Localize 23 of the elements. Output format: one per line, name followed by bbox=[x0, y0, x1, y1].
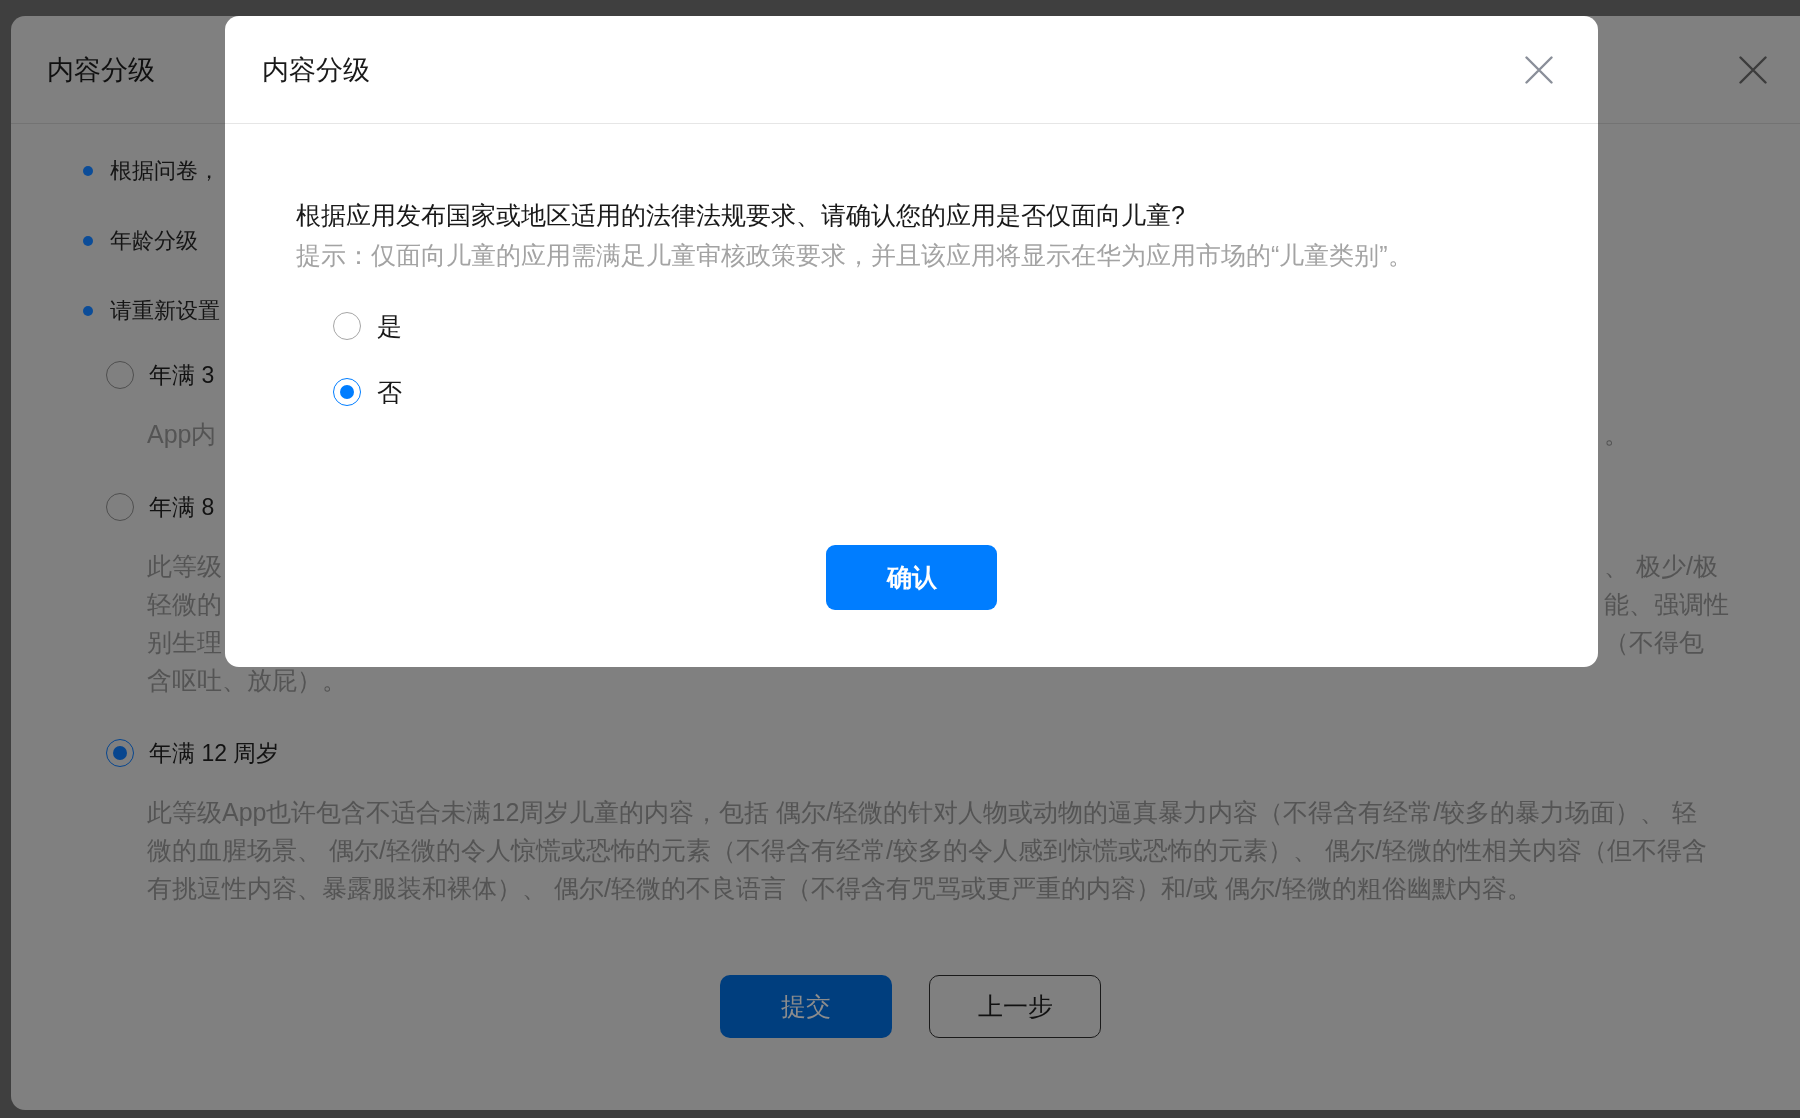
option-label: 年满 3 bbox=[149, 360, 215, 390]
note-text: 年龄分级 bbox=[110, 227, 198, 255]
bullet-icon bbox=[83, 166, 93, 176]
bullet-icon bbox=[83, 236, 93, 246]
option-label: 是 bbox=[377, 310, 402, 342]
hint-text: 提示：仅面向儿童的应用需满足儿童审核政策要求，并且该应用将显示在华为应用市场的“儿童类别”。 bbox=[296, 240, 1413, 271]
close-icon[interactable] bbox=[1739, 55, 1767, 84]
note-text: 根据问卷， bbox=[110, 157, 220, 185]
back-button[interactable]: 上一步 bbox=[929, 975, 1101, 1038]
option-label: 年满 8 bbox=[149, 492, 215, 522]
description-text: 。 bbox=[1604, 418, 1630, 450]
question-text: 根据应用发布国家或地区适用的法律法规要求、请确认您的应用是否仅面向儿童? bbox=[296, 200, 1185, 231]
dialog-title: 内容分级 bbox=[47, 53, 155, 87]
modal-title: 内容分级 bbox=[262, 53, 370, 87]
option-label: 年满 12 周岁 bbox=[149, 738, 280, 768]
submit-button[interactable]: 提交 bbox=[720, 975, 892, 1038]
bullet-icon bbox=[83, 306, 93, 316]
radio-button[interactable] bbox=[333, 312, 361, 340]
confirm-button[interactable]: 确认 bbox=[826, 545, 997, 610]
option-label: 否 bbox=[377, 376, 402, 408]
close-icon[interactable] bbox=[1525, 55, 1553, 84]
radio-button[interactable] bbox=[333, 378, 361, 406]
note-text: 请重新设置 bbox=[110, 297, 220, 325]
